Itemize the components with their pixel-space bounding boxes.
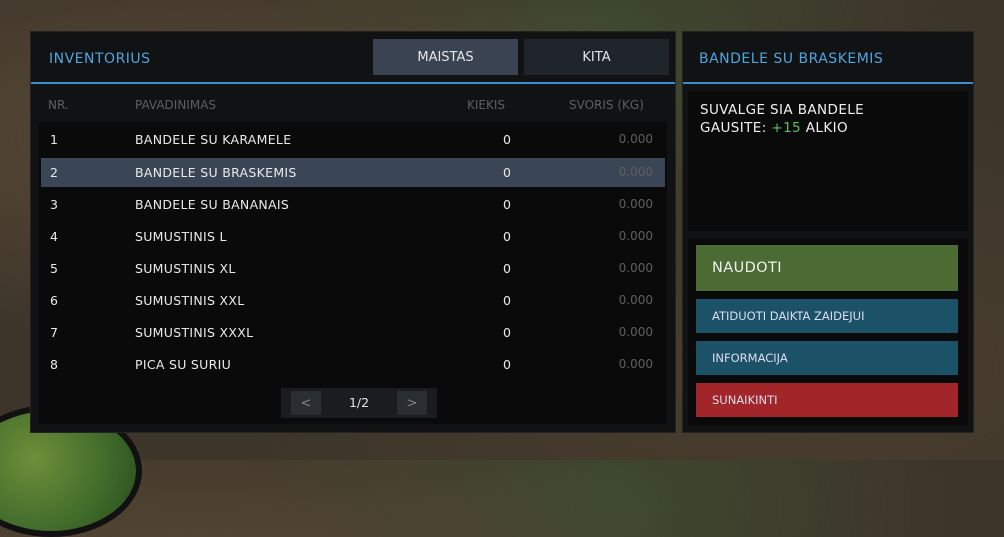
title-divider: [683, 82, 973, 84]
row-nr: 8: [50, 357, 58, 372]
column-name: PAVADINIMAS: [135, 98, 217, 112]
row-nr: 5: [50, 261, 58, 276]
effect-label: GAUSITE:: [700, 120, 767, 136]
table-row[interactable]: 4 SUMUSTINIS L 0 0.000: [41, 222, 665, 251]
row-weight: 0.000: [618, 325, 653, 339]
column-weight: SVORIS (KG): [569, 98, 644, 112]
item-title: BANDELE SU BRASKEMIS: [699, 51, 884, 67]
row-nr: 1: [50, 132, 58, 147]
row-weight: 0.000: [618, 197, 653, 211]
row-weight: 0.000: [618, 357, 653, 371]
row-qty: 0: [503, 261, 511, 276]
item-detail-panel: BANDELE SU BRASKEMIS SUVALGE SIA BANDELE…: [682, 31, 974, 433]
row-qty: 0: [503, 197, 511, 212]
table-row[interactable]: 1 BANDELE SU KARAMELE 0 0.000: [41, 125, 665, 154]
row-nr: 7: [50, 325, 58, 340]
description-effect: GAUSITE: +15 ALKIO: [700, 120, 848, 136]
title-divider: [31, 82, 675, 84]
row-qty: 0: [503, 357, 511, 372]
item-description: SUVALGE SIA BANDELE GAUSITE: +15 ALKIO: [688, 91, 968, 231]
row-name: SUMUSTINIS XL: [135, 261, 236, 276]
row-name: BANDELE SU KARAMELE: [135, 132, 292, 147]
effect-value: +15: [771, 120, 802, 136]
row-weight: 0.000: [618, 293, 653, 307]
next-page-button[interactable]: >: [397, 391, 427, 415]
use-button[interactable]: NAUDOTI: [696, 245, 958, 291]
row-weight: 0.000: [618, 165, 653, 179]
destroy-button[interactable]: SUNAIKINTI: [696, 383, 958, 417]
row-nr: 4: [50, 229, 58, 244]
table-header: NR. PAVADINIMAS KIEKIS SVORIS (KG): [31, 92, 675, 118]
item-list: 1 BANDELE SU KARAMELE 0 0.000 2 BANDELE …: [39, 122, 667, 384]
pagination: < 1/2 >: [39, 384, 667, 424]
info-button[interactable]: INFORMACIJA: [696, 341, 958, 375]
row-name: SUMUSTINIS XXL: [135, 293, 245, 308]
row-qty: 0: [503, 293, 511, 308]
table-row[interactable]: 3 BANDELE SU BANANAIS 0 0.000: [41, 190, 665, 219]
row-qty: 0: [503, 132, 511, 147]
row-qty: 0: [503, 325, 511, 340]
row-name: SUMUSTINIS L: [135, 229, 227, 244]
prev-page-button[interactable]: <: [291, 391, 321, 415]
row-qty: 0: [503, 165, 511, 180]
page-indicator: 1/2: [348, 395, 370, 410]
row-name: SUMUSTINIS XXXL: [135, 325, 254, 340]
row-nr: 6: [50, 293, 58, 308]
row-nr: 2: [50, 165, 58, 180]
table-row-selected[interactable]: 2 BANDELE SU BRASKEMIS 0 0.000: [41, 158, 665, 187]
inventory-title: INVENTORIUS: [49, 51, 151, 67]
row-qty: 0: [503, 229, 511, 244]
row-weight: 0.000: [618, 261, 653, 275]
row-nr: 3: [50, 197, 58, 212]
description-line: SUVALGE SIA BANDELE: [700, 102, 865, 118]
column-qty: KIEKIS: [467, 98, 506, 112]
row-weight: 0.000: [618, 132, 653, 146]
row-name: PICA SU SURIU: [135, 357, 232, 372]
table-row[interactable]: 6 SUMUSTINIS XXL 0 0.000: [41, 286, 665, 315]
row-name: BANDELE SU BANANAIS: [135, 197, 290, 212]
table-row[interactable]: 8 PICA SU SURIU 0 0.000: [41, 350, 665, 379]
effect-unit: ALKIO: [805, 120, 848, 136]
table-row[interactable]: 7 SUMUSTINIS XXXL 0 0.000: [41, 318, 665, 347]
tab-maistas[interactable]: MAISTAS: [373, 39, 518, 75]
column-nr: NR.: [48, 98, 69, 112]
pagination-box: < 1/2 >: [281, 388, 437, 418]
actions: NAUDOTI ATIDUOTI DAIKTA ZAIDEJUI INFORMA…: [688, 238, 968, 426]
row-name: BANDELE SU BRASKEMIS: [135, 165, 297, 180]
table-row[interactable]: 5 SUMUSTINIS XL 0 0.000: [41, 254, 665, 283]
give-item-button[interactable]: ATIDUOTI DAIKTA ZAIDEJUI: [696, 299, 958, 333]
tab-kita[interactable]: KITA: [524, 39, 669, 75]
inventory-panel: INVENTORIUS MAISTAS KITA NR. PAVADINIMAS…: [30, 31, 676, 433]
row-weight: 0.000: [618, 229, 653, 243]
